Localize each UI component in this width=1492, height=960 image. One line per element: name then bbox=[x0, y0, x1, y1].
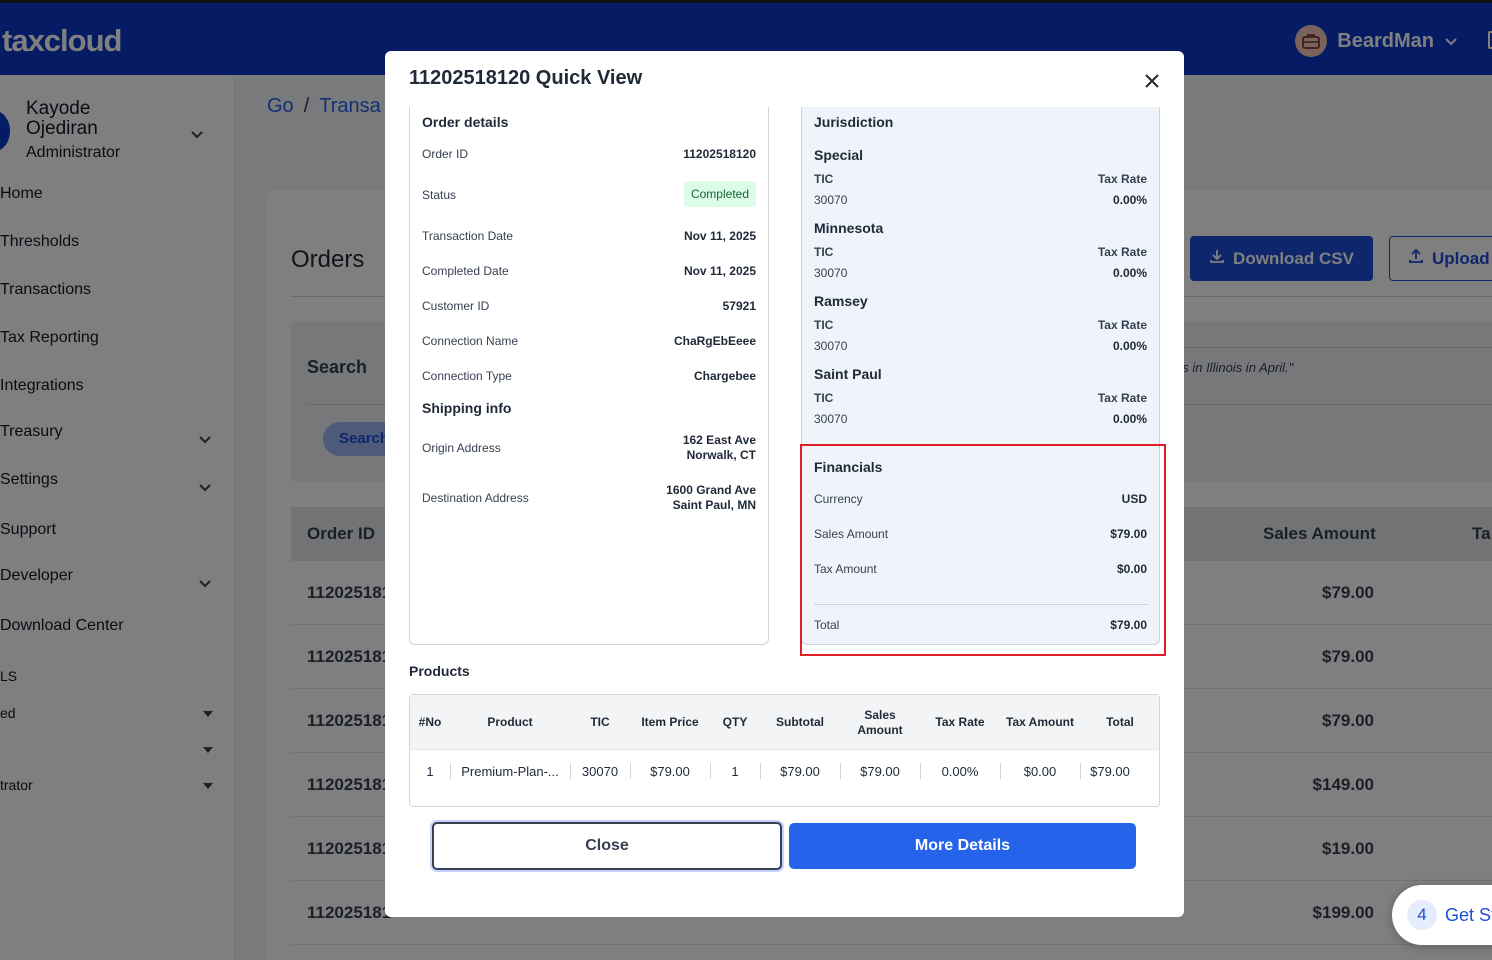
destination-address-label: Destination Address bbox=[422, 491, 529, 505]
column-header-qty: QTY bbox=[722, 715, 748, 729]
product-cell-no: 1 bbox=[426, 763, 434, 779]
destination-address-line2: Saint Paul, MN bbox=[672, 498, 756, 512]
product-cell-tic: 30070 bbox=[581, 763, 619, 779]
product-cell-item-price: $79.00 bbox=[650, 763, 690, 779]
get-started-widget[interactable]: 4 Get St bbox=[1392, 885, 1492, 945]
column-header-tax-amount: Tax Amount bbox=[1006, 715, 1074, 729]
jurisdiction-title: Jurisdiction bbox=[814, 114, 894, 130]
tax-rate-value: 0.00% bbox=[1112, 193, 1147, 207]
connection-name-label: Connection Name bbox=[422, 334, 519, 348]
tax-rate-value: 0.00% bbox=[1112, 412, 1147, 426]
column-header-item-price: Item Price bbox=[641, 715, 699, 729]
products-table-header: #No Product TIC Item Price QTY Subtotal … bbox=[410, 695, 1159, 750]
shipping-info-title: Shipping info bbox=[422, 400, 512, 416]
tic-value: 30070 bbox=[814, 266, 848, 280]
order-id-value: 11202518120 bbox=[683, 147, 756, 161]
status-badge: Completed bbox=[683, 181, 756, 207]
connection-name-value: ChaRgEbEeee bbox=[673, 334, 756, 348]
customer-id-label: Customer ID bbox=[422, 299, 490, 313]
transaction-date-value: Nov 11, 2025 bbox=[683, 229, 756, 243]
products-title: Products bbox=[409, 663, 470, 679]
origin-address-line2: Norwalk, CT bbox=[686, 448, 756, 462]
product-cell-name[interactable]: Premium-Plan-... bbox=[450, 751, 570, 791]
completed-date-value: Nov 11, 2025 bbox=[683, 264, 756, 278]
jurisdiction-name: Ramsey bbox=[814, 293, 868, 309]
get-started-label: Get St bbox=[1445, 905, 1492, 925]
tic-value: 30070 bbox=[814, 193, 848, 207]
tic-label: TIC bbox=[814, 318, 834, 332]
product-cell-tax-amount: $0.00 bbox=[1023, 763, 1057, 779]
modal-title: 11202518120 Quick View bbox=[409, 67, 643, 89]
tax-rate-value: 0.00% bbox=[1112, 339, 1147, 353]
financials-highlight-box bbox=[800, 444, 1166, 656]
column-header-product: Product bbox=[487, 715, 533, 729]
tic-value: 30070 bbox=[814, 339, 848, 353]
tax-rate-label: Tax Rate bbox=[1097, 245, 1147, 259]
tic-value: 30070 bbox=[814, 412, 848, 426]
product-cell-tax-rate: 0.00% bbox=[941, 763, 979, 779]
column-header-tax-rate: Tax Rate bbox=[935, 715, 985, 729]
column-header-total: Total bbox=[1106, 715, 1134, 729]
tax-rate-label: Tax Rate bbox=[1097, 318, 1147, 332]
jurisdiction-name: Saint Paul bbox=[814, 366, 882, 382]
product-cell-subtotal: $79.00 bbox=[780, 763, 820, 779]
column-header-tic: TIC bbox=[590, 715, 610, 729]
product-cell-qty: 1 bbox=[731, 763, 739, 779]
column-header-no: #No bbox=[418, 715, 442, 729]
column-header-sales-amount: Sales Amount bbox=[857, 707, 903, 737]
tax-rate-value: 0.00% bbox=[1112, 266, 1147, 280]
tax-rate-label: Tax Rate bbox=[1097, 391, 1147, 405]
jurisdiction-name: Minnesota bbox=[814, 220, 884, 236]
quick-view-modal: 11202518120 Quick View Order details Ord… bbox=[385, 51, 1184, 917]
get-started-count: 4 bbox=[1407, 900, 1437, 930]
tic-label: TIC bbox=[814, 391, 834, 405]
connection-type-value: Chargebee bbox=[693, 369, 756, 383]
product-cell-total: $79.00 bbox=[1090, 763, 1130, 779]
origin-address-label: Origin Address bbox=[422, 441, 501, 455]
completed-date-label: Completed Date bbox=[422, 264, 509, 278]
tax-rate-label: Tax Rate bbox=[1097, 172, 1147, 186]
close-button[interactable]: Close bbox=[432, 822, 782, 870]
products-table: #No Product TIC Item Price QTY Subtotal … bbox=[409, 694, 1160, 807]
order-details-panel: Order details Order ID 11202518120 Statu… bbox=[409, 107, 769, 645]
transaction-date-label: Transaction Date bbox=[422, 229, 513, 243]
close-icon[interactable] bbox=[1141, 70, 1163, 92]
jurisdiction-name: Special bbox=[814, 147, 864, 163]
order-id-label: Order ID bbox=[422, 147, 469, 161]
tic-label: TIC bbox=[814, 172, 834, 186]
origin-address-line1: 162 East Ave bbox=[682, 433, 756, 447]
more-details-button[interactable]: More Details bbox=[789, 823, 1136, 869]
column-header-subtotal: Subtotal bbox=[776, 715, 824, 729]
customer-id-value: 57921 bbox=[722, 299, 756, 313]
destination-address-line1: 1600 Grand Ave bbox=[666, 483, 756, 497]
order-details-title: Order details bbox=[422, 114, 509, 130]
tic-label: TIC bbox=[814, 245, 834, 259]
product-cell-sales-amount: $79.00 bbox=[860, 763, 900, 779]
status-label: Status bbox=[422, 188, 457, 202]
connection-type-label: Connection Type bbox=[422, 369, 512, 383]
